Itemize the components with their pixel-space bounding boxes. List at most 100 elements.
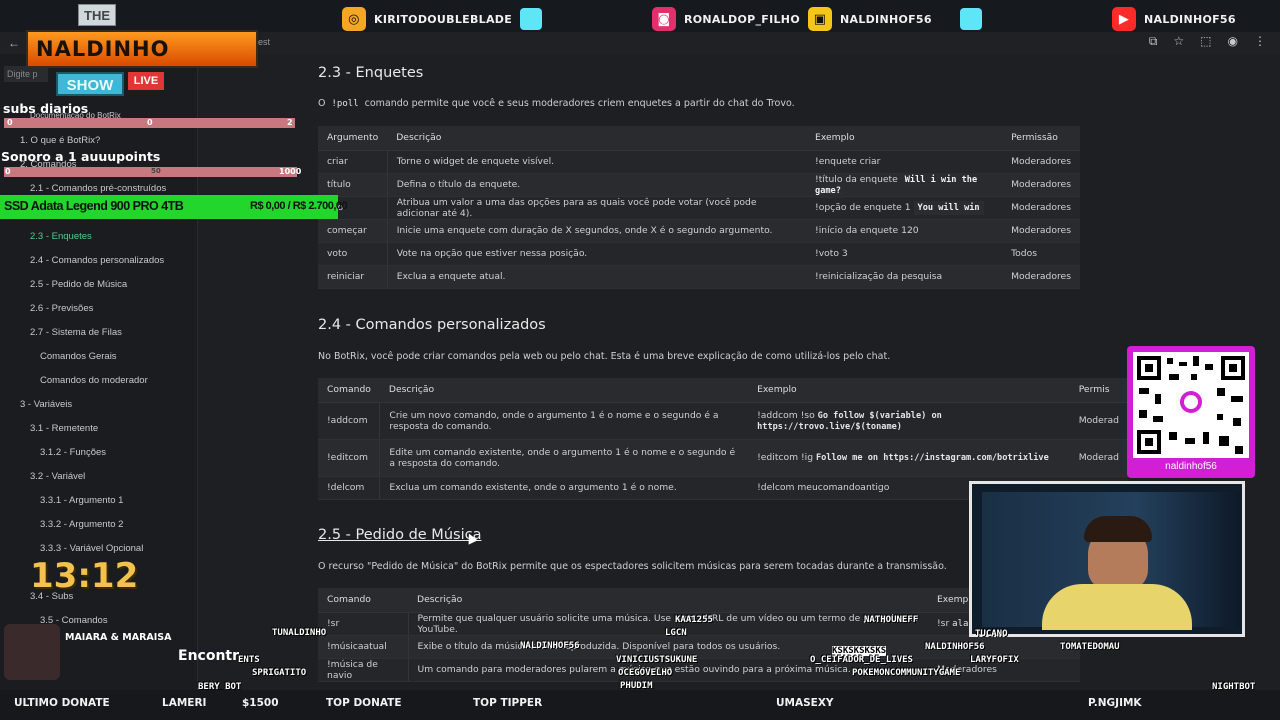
sidebar-item[interactable]: 3.3.1 - Argumento 1 xyxy=(40,495,123,506)
column-header: Descrição xyxy=(379,378,749,403)
browser-actions: ⧉ ☆ ⬚ ◉ ⋮ xyxy=(1149,34,1266,49)
table-header-row: Comando Descrição Exempl xyxy=(318,588,1080,613)
sidebar-item[interactable]: 3.3.3 - Variável Opcional xyxy=(40,543,143,554)
back-arrow-icon[interactable]: ← xyxy=(8,36,20,50)
translate-icon[interactable]: ⧉ xyxy=(1149,34,1158,49)
chat-username: SPRIGATITO xyxy=(252,668,307,678)
url-bar[interactable]: est xyxy=(258,37,270,47)
sidebar-item[interactable]: Comandos do moderador xyxy=(40,375,148,386)
extensions-icon[interactable]: ⬚ xyxy=(1200,34,1211,49)
stream-clock: 13:12 xyxy=(30,556,139,596)
song-request-intro: O recurso "Pedido de Música" do BotRix p… xyxy=(318,561,947,572)
subs-goal-label: subs diarios xyxy=(3,101,89,116)
chat-username: LGCN xyxy=(665,628,687,638)
menu-icon[interactable]: ⋮ xyxy=(1254,34,1266,49)
chat-username: LARYFOFIX xyxy=(970,655,1019,665)
polls-intro: O !poll comando permite que você e seus … xyxy=(318,98,795,109)
table-row: ção Atribua um valor a uma das opções pa… xyxy=(318,196,1080,220)
profile-icon[interactable]: ◉ xyxy=(1228,34,1238,49)
ticker-donor: LAMERI xyxy=(162,697,207,709)
chat-username: NALDINHOF56 xyxy=(925,642,985,652)
chat-username: VINICIUSTSUKUNE xyxy=(616,655,698,665)
social-accent-square xyxy=(520,8,543,30)
sidebar-item[interactable]: 3.2 - Variável xyxy=(30,471,85,482)
column-header: Descrição xyxy=(408,588,928,613)
section-title-custom-commands: 2.4 - Comandos personalizados xyxy=(318,317,546,333)
table-row: título Defina o título da enquete. !títu… xyxy=(318,172,1080,198)
column-header: Permis xyxy=(1069,378,1128,403)
table-row: reiniciar Exclua a enquete atual. !reini… xyxy=(318,265,1080,289)
chat-username: O_CEIFADOR_DE_LIVES xyxy=(810,655,913,665)
ticker-tipper: UMASEXY xyxy=(776,697,834,709)
show-logo-name: NALDINHO xyxy=(26,30,258,68)
instagram-icon: ◙ xyxy=(652,7,676,31)
poll-command-code: !poll xyxy=(331,99,359,109)
qr-handle: naldinhof56 xyxy=(1165,461,1217,472)
social-discord: ◎ KIRITODOUBLEBLADE xyxy=(342,4,543,34)
custom-commands-intro: No BotRix, você pode criar comandos pela… xyxy=(318,351,891,362)
column-header: Comando xyxy=(318,378,380,403)
sidebar-item[interactable]: 2.4 - Comandos personalizados xyxy=(30,255,164,266)
social-instagram: ◙ RONALDOP_FILHO xyxy=(652,4,800,34)
ticker-top-tipper: TOP TIPPER xyxy=(473,697,543,709)
subs-goal-max: 2 xyxy=(287,118,293,127)
sidebar-item[interactable]: 1. O que é BotRix? xyxy=(20,135,100,146)
table-row: !addcom Crie um novo comando, onde o arg… xyxy=(318,402,1128,440)
sponsor-text: Encontr xyxy=(178,648,240,664)
ticker-last-donate: ULTIMO DONATE xyxy=(14,697,110,709)
table-row: começar Inicie uma enquete com duração d… xyxy=(318,219,1080,243)
sponsor-name: MAIARA & MARAISA xyxy=(65,632,172,643)
sidebar-item[interactable]: 2.7 - Sistema de Filas xyxy=(30,327,122,338)
column-header: Exemplo xyxy=(748,378,1070,403)
song-request-table: Comando Descrição Exempl !sr Permite que… xyxy=(318,588,1080,682)
table-row: !editcom Edite um comando existente, ond… xyxy=(318,439,1128,477)
youtube-icon: ▶ xyxy=(1112,7,1136,31)
sidebar-item[interactable]: 2.1 - Comandos pré-construídos xyxy=(30,183,166,194)
sidebar-item[interactable]: Comandos Gerais xyxy=(40,351,117,362)
social-accent-square xyxy=(959,8,982,30)
chat-username: TUCANO xyxy=(975,629,1008,639)
qr-code xyxy=(1133,352,1249,458)
ticker-amount: $1500 xyxy=(242,697,279,709)
column-header: Comando xyxy=(318,588,408,613)
sidebar-item[interactable]: 3.3.2 - Argumento 2 xyxy=(40,519,123,530)
sidebar-item[interactable]: 3.1 - Remetente xyxy=(30,423,98,434)
sidebar-item-active[interactable]: 2.3 - Enquetes xyxy=(30,231,92,242)
sound-goal-max: 1000 xyxy=(279,167,302,176)
section-title-song-request[interactable]: 2.5 - Pedido de Música xyxy=(318,527,481,543)
column-header: Exemplo xyxy=(806,126,1003,151)
sidebar-item[interactable]: 2.6 - Previsões xyxy=(30,303,93,314)
example-code: Follow me on https://instagram.com/botri… xyxy=(815,453,1049,463)
social-twitch: ▣ NALDINHOF56 xyxy=(808,4,982,34)
chat-username: TUNALDINHO xyxy=(272,628,327,638)
column-header: Permissão xyxy=(1002,126,1080,151)
chat-username: OCEGOVELHO xyxy=(618,668,673,678)
sidebar-item[interactable]: 3 - Variáveis xyxy=(20,399,72,410)
show-logo-the: THE xyxy=(78,4,116,26)
chat-username: NATHOUNEFF xyxy=(864,615,919,625)
sound-goal-current: 50 xyxy=(151,167,161,175)
sidebar-item[interactable]: 3.1.2 - Funções xyxy=(40,447,106,458)
chat-username: POKEMONCOMMUNITYGAME xyxy=(852,668,961,678)
search-input[interactable]: Digite p xyxy=(4,66,48,82)
sponsor-avatar xyxy=(4,624,60,680)
discord-icon: ◎ xyxy=(342,7,366,31)
chat-username: KAA1255 xyxy=(675,615,713,625)
table-row: !música de navio Um comando para moderad… xyxy=(318,658,1080,682)
ticker-top-donate: TOP DONATE xyxy=(326,697,402,709)
chat-username: NALDINHOF56 xyxy=(520,641,580,651)
sidebar-item[interactable]: 2.5 - Pedido de Música xyxy=(30,279,127,290)
table-row: voto Vote na opção que estiver nessa pos… xyxy=(318,242,1080,266)
column-header: Descrição xyxy=(387,126,807,151)
table-header-row: Comando Descrição Exemplo Permis xyxy=(318,378,1128,403)
sound-goal-label: Sonoro a 1 auuupoints xyxy=(1,149,161,164)
subs-goal-min: 0 xyxy=(7,118,13,127)
section-title-polls: 2.3 - Enquetes xyxy=(318,65,424,81)
chat-username: ENTS xyxy=(238,655,260,665)
show-logo-show: SHOW xyxy=(56,72,124,96)
table-header-row: Argumento Descrição Exemplo Permissão xyxy=(318,126,1080,151)
twitch-icon: ▣ xyxy=(808,7,832,31)
donation-goal-item: SSD Adata Legend 900 PRO 4TB xyxy=(4,199,184,213)
streamer-shirt xyxy=(1042,584,1192,630)
bookmark-star-icon[interactable]: ☆ xyxy=(1173,34,1184,49)
